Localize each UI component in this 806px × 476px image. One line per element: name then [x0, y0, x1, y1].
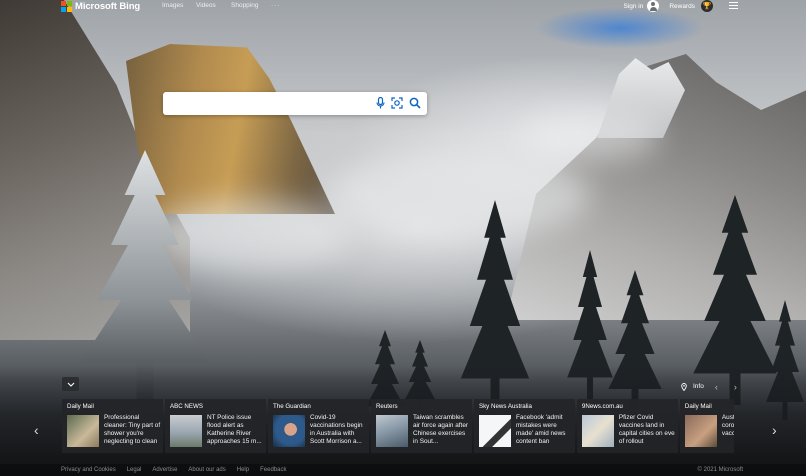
microsoft-logo-icon [61, 0, 72, 12]
rewards-link[interactable]: Rewards [669, 3, 695, 10]
footer-link-feedback[interactable]: Feedback [260, 467, 286, 473]
news-source: The Guardian [272, 403, 311, 410]
search-input[interactable] [169, 96, 369, 111]
news-headline: NT Police issue flood alert as Katherine… [206, 414, 262, 445]
news-prev-icon[interactable]: ‹ [710, 380, 723, 393]
hamburger-menu-icon[interactable] [729, 2, 738, 9]
news-card[interactable]: Daily Mail Australia's coronavirus vacci… [679, 399, 734, 453]
news-carousel: Daily Mail Professional cleaner: Tiny pa… [62, 399, 734, 453]
news-headline: Pfizer Covid vaccines land in capital ci… [618, 414, 675, 445]
bing-logo[interactable]: Microsoft Bing [61, 0, 140, 12]
nav-videos[interactable]: Videos [196, 2, 231, 9]
avatar-icon[interactable] [647, 0, 660, 12]
news-headline: Facebook 'admit mistakes were made' amid… [515, 414, 566, 445]
chevron-down-icon [67, 382, 74, 387]
news-source: Daily Mail [67, 403, 94, 410]
news-thumbnail [581, 415, 614, 447]
news-thumbnail [478, 415, 511, 447]
news-source: 9News.com.au [581, 403, 623, 410]
footer-link-advertise[interactable]: Advertise [152, 467, 177, 473]
search-box[interactable] [163, 92, 427, 115]
footer-link-privacy[interactable]: Privacy and Cookies [61, 467, 116, 473]
copyright: © 2021 Microsoft [697, 467, 743, 473]
brand-name: Microsoft Bing [75, 0, 141, 12]
signin-link[interactable]: Sign in [623, 3, 643, 10]
news-thumbnail [272, 415, 305, 447]
account-area: Sign in Rewards 🏆 [623, 0, 713, 12]
info-label[interactable]: Info [693, 383, 704, 390]
news-thumbnail [684, 415, 717, 447]
visual-search-icon[interactable] [391, 97, 403, 109]
carousel-left-arrow-icon[interactable]: ‹ [34, 422, 39, 438]
carousel-right-arrow-icon[interactable]: › [772, 422, 777, 438]
news-source: ABC NEWS [169, 403, 203, 410]
news-card[interactable]: Reuters Taiwan scrambles air force again… [370, 399, 473, 453]
news-headline: Taiwan scrambles air force again after C… [412, 414, 469, 445]
news-headline: Covid-19 vaccinations begin in Australia… [309, 414, 363, 445]
news-source: Sky News Australia [478, 403, 532, 410]
news-source: Reuters [375, 403, 398, 410]
nav-more[interactable]: ··· [271, 2, 281, 9]
footer: Privacy and Cookies Legal Advertise Abou… [0, 464, 806, 476]
news-next-icon[interactable]: › [729, 380, 742, 393]
news-card[interactable]: Daily Mail Professional cleaner: Tiny pa… [62, 399, 164, 453]
news-card[interactable]: Sky News Australia Facebook 'admit mista… [473, 399, 576, 453]
news-headline: Australia's coronavirus vaccination TODA… [721, 414, 734, 437]
news-card[interactable]: ABC NEWS NT Police issue flood alert as … [164, 399, 267, 453]
news-headline: Professional cleaner: Tiny part of showe… [104, 414, 161, 445]
rewards-trophy-icon[interactable]: 🏆 [701, 0, 713, 12]
news-source: Daily Mail [684, 403, 712, 410]
top-nav: Images Videos Shopping ··· [162, 2, 281, 9]
footer-link-help[interactable]: Help [237, 467, 249, 473]
news-thumbnail [67, 415, 99, 447]
nav-images[interactable]: Images [162, 2, 196, 9]
news-info-area: Info ‹ › [681, 380, 742, 393]
footer-link-about-ads[interactable]: About our ads [188, 467, 225, 473]
search-icon[interactable] [409, 97, 421, 109]
news-card[interactable]: The Guardian Covid-19 vaccinations begin… [267, 399, 370, 453]
location-pin-icon[interactable] [681, 382, 687, 391]
news-thumbnail [375, 415, 408, 447]
collapse-news-button[interactable] [62, 377, 79, 391]
footer-link-legal[interactable]: Legal [127, 467, 142, 473]
top-bar: Microsoft Bing Images Videos Shopping ··… [0, 0, 806, 14]
news-thumbnail [169, 415, 202, 447]
microphone-icon[interactable] [376, 97, 385, 109]
nav-shopping[interactable]: Shopping [231, 2, 271, 9]
news-card[interactable]: 9News.com.au Pfizer Covid vaccines land … [576, 399, 679, 453]
